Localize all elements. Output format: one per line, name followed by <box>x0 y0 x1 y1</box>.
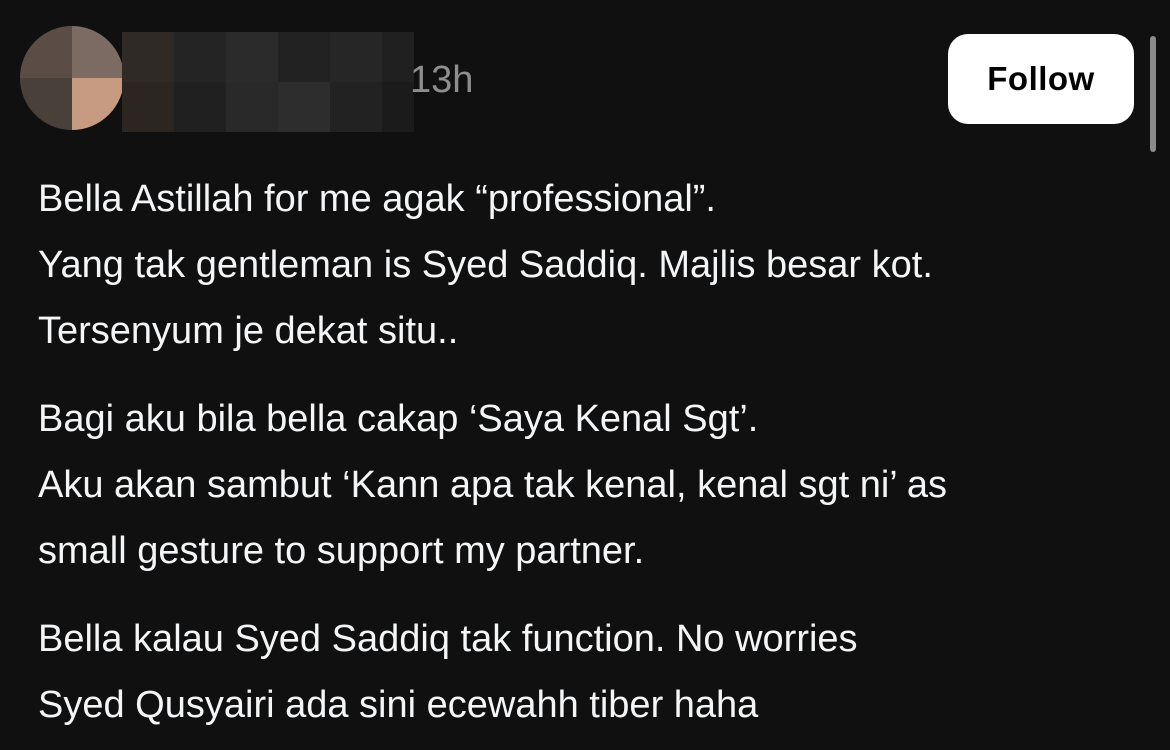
avatar[interactable] <box>20 26 124 130</box>
pixelated-username[interactable] <box>122 32 414 132</box>
post-text-line: Bella Astillah for me agak “professional… <box>38 178 716 220</box>
username-pixel <box>122 32 174 82</box>
post-body: Bella Astillah for me agak “professional… <box>38 166 1148 750</box>
post-text-line: Bella kalau Syed Saddiq tak function. No… <box>38 618 858 660</box>
avatar-pixel <box>72 26 124 78</box>
username-pixel <box>330 32 382 82</box>
post-text-line: Tersenyum je dekat situ.. <box>38 310 459 352</box>
post-paragraph: Bella kalau Syed Saddiq tak function. No… <box>38 606 1148 738</box>
post-text-line: small gesture to support my partner. <box>38 530 645 572</box>
username-pixel <box>226 32 278 82</box>
username-pixel <box>278 82 330 132</box>
avatar-pixel <box>20 26 72 78</box>
post-header: 13h Follow <box>0 0 1170 152</box>
post-text-line: Yang tak gentleman is Syed Saddiq. Majli… <box>38 244 933 286</box>
avatar-pixel <box>72 78 124 130</box>
follow-button[interactable]: Follow <box>948 34 1134 124</box>
scrollbar[interactable] <box>1150 36 1156 152</box>
username-pixel <box>330 82 382 132</box>
post-paragraph: Bella Astillah for me agak “professional… <box>38 166 1148 364</box>
post-text-line: Aku akan sambut ‘Kann apa tak kenal, ken… <box>38 464 948 506</box>
username-pixel <box>174 82 226 132</box>
post-text-line: Bagi aku bila bella cakap ‘Saya Kenal Sg… <box>38 398 759 440</box>
avatar-pixel <box>20 78 72 130</box>
username-pixel <box>122 82 174 132</box>
threads-post-screen: 13h Follow Bella Astillah for me agak “p… <box>0 0 1170 750</box>
username-pixel <box>226 82 278 132</box>
post-text-line: Syed Qusyairi ada sini ecewahh tiber hah… <box>38 684 759 726</box>
post-timestamp: 13h <box>410 59 474 101</box>
username-pixel <box>174 32 226 82</box>
post-paragraph: Bagi aku bila bella cakap ‘Saya Kenal Sg… <box>38 386 1148 584</box>
username-pixel <box>278 32 330 82</box>
